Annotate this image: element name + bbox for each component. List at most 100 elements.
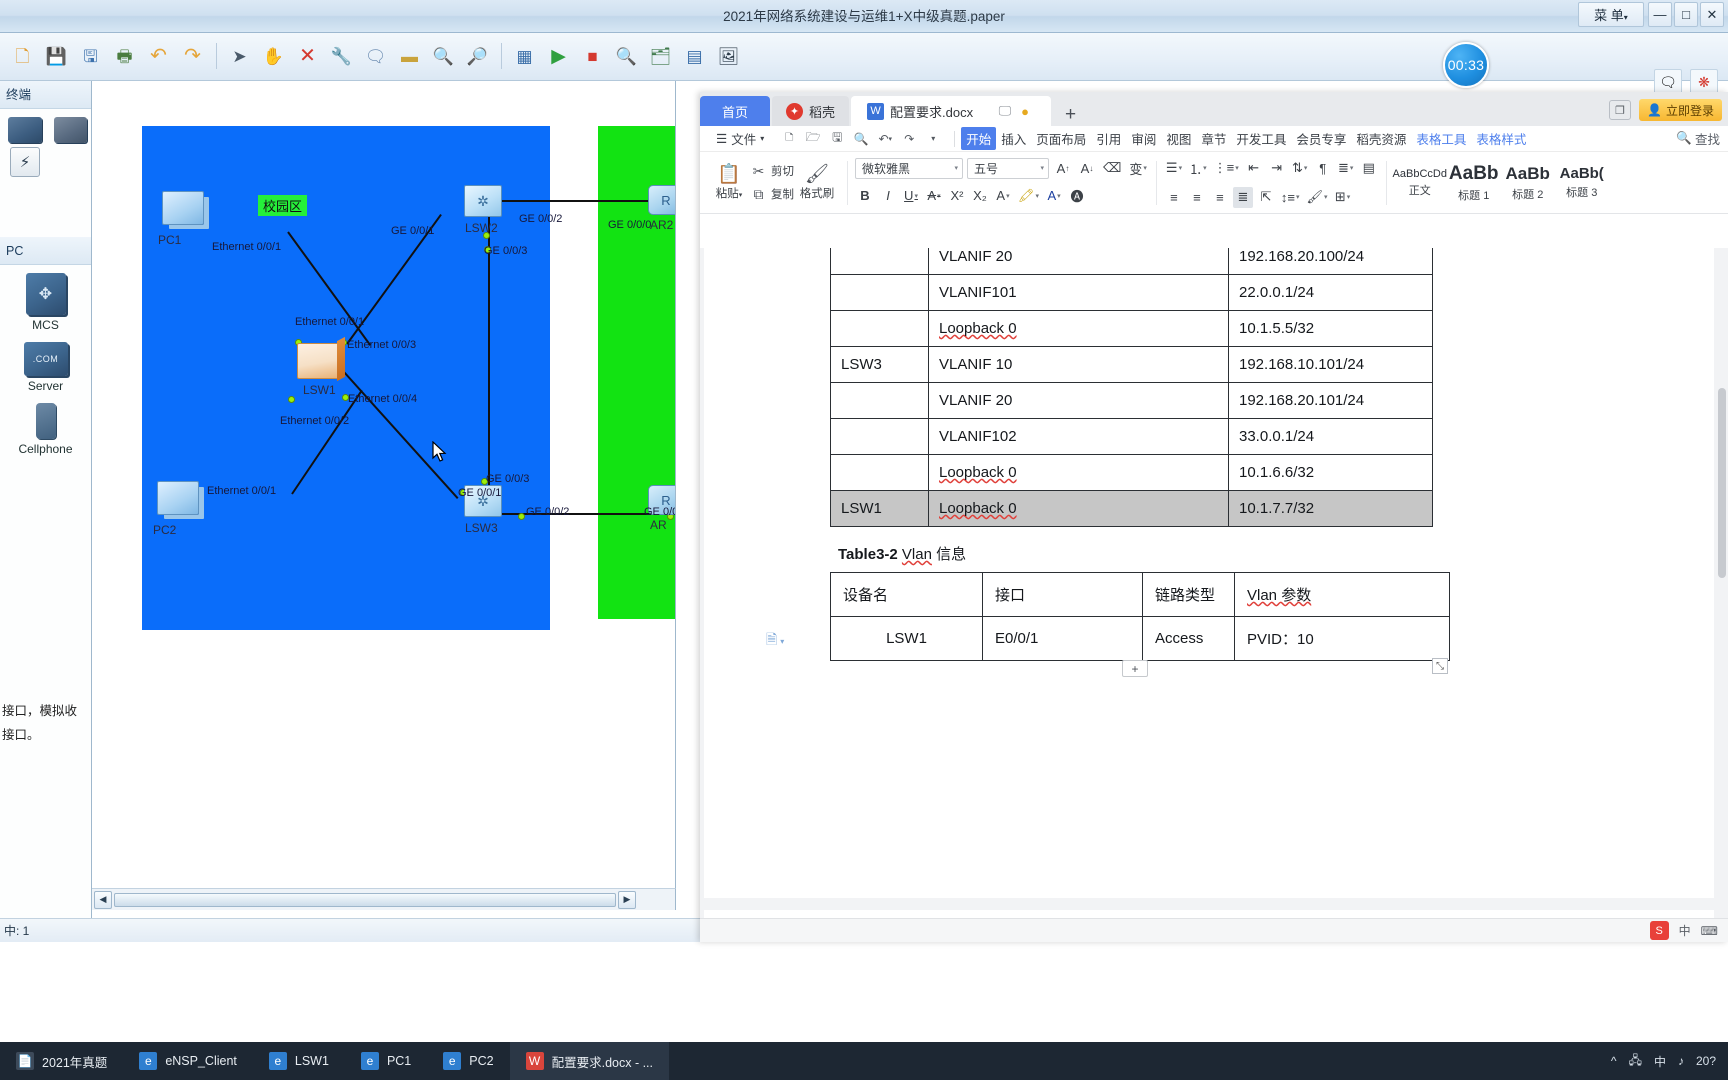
table-row[interactable]: Loopback 0 10.1.6.6/32 xyxy=(830,454,1433,491)
network-icon[interactable]: 🖧 xyxy=(1629,1051,1642,1072)
document-scrollbar[interactable] xyxy=(1716,248,1728,942)
table-row[interactable]: Loopback 0 10.1.5.5/32 xyxy=(830,310,1433,347)
sidebar-group-terminal[interactable]: 终端 xyxy=(0,81,91,109)
paste-options-icon[interactable]: 🗎 ▾ xyxy=(766,629,784,653)
ensp-menu-button[interactable]: 菜 单▾ xyxy=(1578,2,1644,27)
italic-button[interactable]: I xyxy=(878,185,898,206)
cell-interface[interactable]: Loopback 0 xyxy=(928,310,1229,347)
decrease-font-size-button[interactable]: A ↓ xyxy=(1077,158,1097,179)
login-button[interactable]: 👤 立即登录 xyxy=(1639,99,1722,121)
delete-icon[interactable]: ✕ xyxy=(291,39,324,73)
open-icon[interactable]: 🗁 xyxy=(802,129,824,149)
cell-address[interactable]: 192.168.20.101/24 xyxy=(1228,382,1433,419)
close-button[interactable]: ✕ xyxy=(1700,2,1724,27)
zoom-out-icon[interactable]: 🔎 xyxy=(461,39,494,73)
vlan-table[interactable]: 设备名 接口 链路类型 Vlan 参数 LSW1 E0/0/1 Access P… xyxy=(830,572,1450,661)
link-lsw2-ar2[interactable] xyxy=(502,200,652,202)
taskbar-item-exam-doc[interactable]: 📄 2021年真题 xyxy=(0,1042,123,1080)
ip-address-table[interactable]: VLANIF 20 192.168.20.100/24 VLANIF101 22… xyxy=(830,248,1433,527)
topology-canvas[interactable]: 校园区 PC1 PC2 LSW1 ✲ LSW2 ✲ LSW3 R AR2 R A… xyxy=(92,81,676,888)
align-right-button[interactable]: ≡ xyxy=(1210,187,1230,208)
table-row[interactable]: VLANIF101 22.0.0.1/24 xyxy=(830,274,1433,311)
clear-format-button[interactable]: ⌫ xyxy=(1101,158,1123,179)
menu-item-start[interactable]: 开始 xyxy=(961,127,997,150)
cell-device[interactable] xyxy=(830,310,929,347)
cell-device[interactable]: LSW1 xyxy=(830,490,929,527)
font-color-button[interactable]: A ▾ xyxy=(1044,185,1064,206)
clock-label[interactable]: 20? xyxy=(1696,1054,1716,1068)
style-normal[interactable]: AaBbCcDd 正文 xyxy=(1393,157,1447,209)
align-center-button[interactable]: ≡ xyxy=(1187,187,1207,208)
borders-button[interactable]: ⊞ ▾ xyxy=(1333,187,1353,208)
cell-interface[interactable]: VLANIF102 xyxy=(928,418,1229,455)
delete-link-icon[interactable]: 🔧 xyxy=(325,39,358,73)
paragraph-layout-button[interactable]: ≣ ▾ xyxy=(1336,158,1356,179)
cell-address[interactable]: 192.168.10.101/24 xyxy=(1228,346,1433,383)
menu-item-member[interactable]: 会员专享 xyxy=(1291,127,1351,150)
sogou-input-icon[interactable]: S xyxy=(1649,921,1669,940)
minimize-button[interactable]: — xyxy=(1648,2,1672,27)
cell-address[interactable]: 192.168.20.100/24 xyxy=(1228,248,1433,275)
subscript-button[interactable]: X₂ xyxy=(970,185,990,206)
increase-indent-button[interactable]: ⇥ xyxy=(1267,158,1287,179)
tab-docer[interactable]: ✦ 稻壳 xyxy=(772,96,850,126)
table-row[interactable]: VLANIF102 33.0.0.1/24 xyxy=(830,418,1433,455)
cell-interface[interactable]: E0/0/1 xyxy=(982,616,1143,661)
cut-button[interactable]: ✂ 剪切 xyxy=(750,163,794,180)
new-tab-button[interactable]: + xyxy=(1053,104,1088,126)
header-link-type[interactable]: 链路类型 xyxy=(1142,572,1235,617)
cell-device[interactable]: LSW3 xyxy=(830,346,929,383)
strikethrough-button[interactable]: A ▾ xyxy=(924,185,944,206)
keyboard-icon[interactable]: ⌨ xyxy=(1701,924,1718,938)
header-device[interactable]: 设备名 xyxy=(830,572,983,617)
zoom-in-icon[interactable]: 🔍 xyxy=(427,39,460,73)
hand-icon[interactable]: ✋ xyxy=(257,39,290,73)
topology-horizontal-scrollbar[interactable]: ◀ ▶ xyxy=(92,888,676,910)
show-marks-button[interactable]: ¶ xyxy=(1313,158,1333,179)
save-icon[interactable]: 🖫 xyxy=(826,129,848,149)
scrollbar-thumb[interactable] xyxy=(114,892,616,907)
pinyin-guide-button[interactable]: 变 ▾ xyxy=(1127,158,1149,179)
document-grid-button[interactable]: ▤ xyxy=(1359,158,1379,179)
cell-interface[interactable]: VLANIF101 xyxy=(928,274,1229,311)
rect-icon[interactable]: ▬ xyxy=(393,39,426,73)
menu-item-docer-resource[interactable]: 稻壳资源 xyxy=(1351,127,1411,150)
cell-interface[interactable]: VLANIF 10 xyxy=(928,346,1229,383)
sidebar-item-cellphone[interactable]: Cellphone xyxy=(15,403,77,456)
table-row[interactable]: LSW1 E0/0/1 Access PVID：10 xyxy=(830,616,1450,661)
increase-font-size-button[interactable]: A ↑ xyxy=(1053,158,1073,179)
table-row[interactable]: VLANIF 20 192.168.20.101/24 xyxy=(830,382,1433,419)
undo-icon[interactable]: ↶ xyxy=(142,39,175,73)
sidebar-item-server[interactable]: .COM Server xyxy=(15,342,77,393)
tab-home[interactable]: 首页 xyxy=(700,96,771,126)
cell-interface[interactable]: VLANIF 20 xyxy=(928,382,1229,419)
topology-node-pc1[interactable]: PC1 xyxy=(158,191,204,247)
scroll-left-arrow-icon[interactable]: ◀ xyxy=(94,890,112,909)
present-icon[interactable]: 🖵 xyxy=(999,103,1012,119)
sidebar-item-mcs[interactable]: ✥ MCS xyxy=(15,273,77,332)
table-resize-handle[interactable]: ⤡ xyxy=(1432,658,1448,674)
underline-button[interactable]: U ▾ xyxy=(901,185,921,206)
cell-interface[interactable]: Loopback 0 xyxy=(928,454,1229,491)
taskbar-item-pc1[interactable]: e PC1 xyxy=(345,1042,427,1080)
paste-button[interactable]: 📋 粘贴▾ xyxy=(708,164,750,201)
document-page-1[interactable]: VLANIF 20 192.168.20.100/24 VLANIF101 22… xyxy=(704,248,1714,898)
tab-document[interactable]: W 配置要求.docx 🖵 ● xyxy=(851,96,1052,126)
justify-button[interactable]: ≣ xyxy=(1232,186,1253,208)
select-icon[interactable]: ➤ xyxy=(223,39,256,73)
document-area[interactable]: VLANIF 20 192.168.20.100/24 VLANIF101 22… xyxy=(700,248,1728,942)
text-effects-button[interactable]: A ▾ xyxy=(993,185,1013,206)
taskbar-item-wps-doc[interactable]: W 配置要求.docx - ... xyxy=(509,1042,669,1080)
highlight-color-button[interactable]: 🖍 ▾ xyxy=(1016,185,1041,206)
cell-address[interactable]: 22.0.0.1/24 xyxy=(1228,274,1433,311)
menu-item-view[interactable]: 视图 xyxy=(1161,127,1196,150)
cell-link-type[interactable]: Access xyxy=(1142,616,1235,661)
cell-device[interactable] xyxy=(830,274,929,311)
taskbar-item-ensp-client[interactable]: e eNSP_Client xyxy=(123,1042,253,1080)
multilevel-list-button[interactable]: ⋮≡ ▾ xyxy=(1212,158,1241,179)
font-size-select[interactable]: 五号 ▾ xyxy=(967,157,1049,179)
sort-button[interactable]: ⇅ ▾ xyxy=(1290,158,1310,179)
scroll-right-arrow-icon[interactable]: ▶ xyxy=(618,890,636,909)
table-header-row[interactable]: 设备名 接口 链路类型 Vlan 参数 xyxy=(830,572,1450,617)
cell-address[interactable]: 10.1.7.7/32 xyxy=(1228,490,1433,527)
